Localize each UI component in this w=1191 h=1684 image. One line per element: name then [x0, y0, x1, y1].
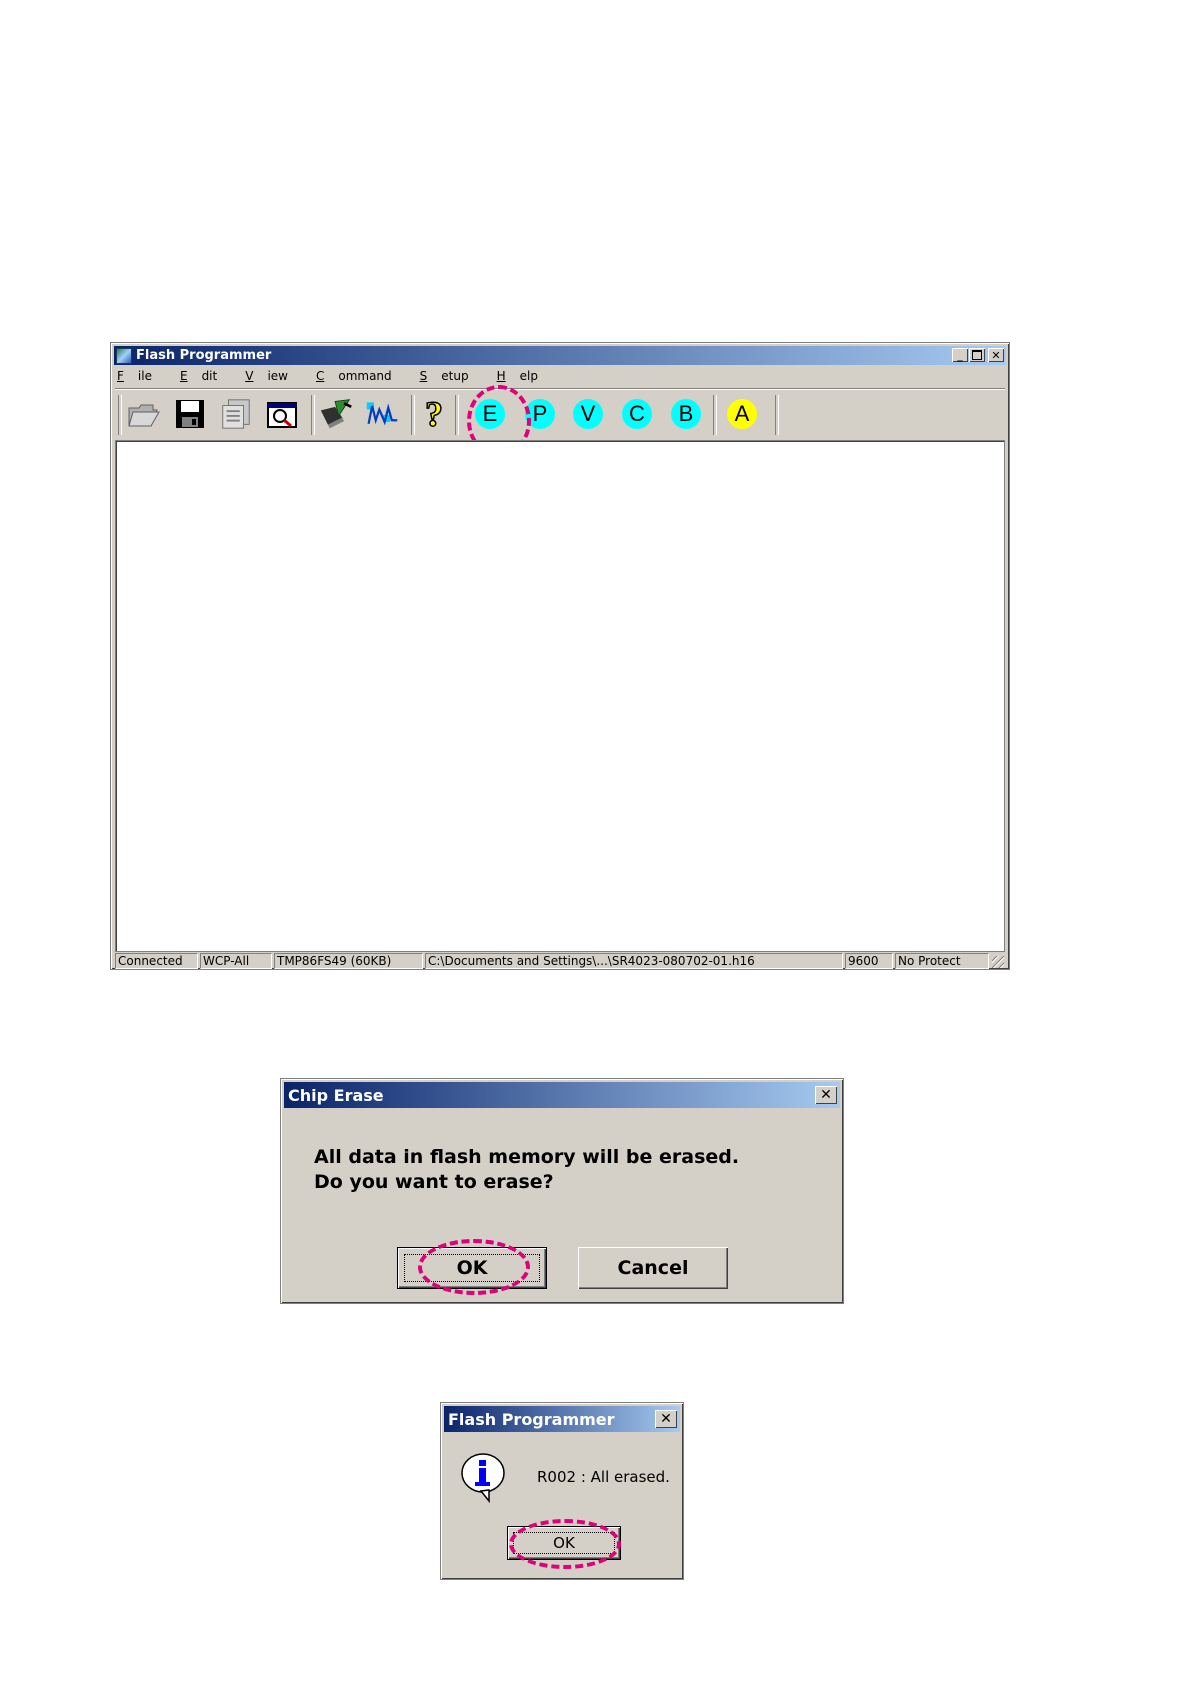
maximize-button[interactable] [969, 348, 985, 362]
status-connection: Connected [115, 953, 198, 969]
erase-cancel-button[interactable]: Cancel [578, 1247, 728, 1289]
menu-bar: File Edit View Command Setup Help [117, 369, 566, 387]
status-baud-rate: 9600 [845, 953, 893, 969]
menu-command[interactable]: Command [316, 369, 406, 387]
waveform-button[interactable] [365, 397, 399, 431]
menu-setup[interactable]: Setup [420, 369, 483, 387]
save-button[interactable] [173, 397, 207, 431]
menu-file[interactable]: File [117, 369, 166, 387]
waveform-icon [366, 402, 398, 426]
result-close-button[interactable]: ✕ [655, 1410, 677, 1428]
focus-rect [513, 1532, 615, 1554]
result-title: Flash Programmer [448, 1409, 615, 1429]
status-bar: Connected WCP-All TMP86FS49 (60KB) C:\Do… [115, 953, 1005, 969]
erase-message-line1: All data in flash memory will be erased. [314, 1146, 740, 1168]
status-protect: No Protect [895, 953, 989, 969]
close-button[interactable]: ✕ [988, 348, 1004, 362]
write-button[interactable] [319, 397, 353, 431]
erase-message-line2: Do you want to erase? [314, 1171, 554, 1193]
minimize-button[interactable]: _ [952, 348, 968, 362]
chip-erase-close-button[interactable]: ✕ [815, 1086, 837, 1104]
info-icon [461, 1453, 505, 1503]
erase-command-button[interactable]: E [475, 399, 505, 429]
verify-command-button[interactable]: V [573, 399, 603, 429]
menu-edit[interactable]: Edit [180, 369, 231, 387]
resize-grip[interactable] [992, 956, 1004, 968]
app-icon [116, 347, 132, 364]
toolbar-separator [713, 395, 717, 435]
erase-ok-button[interactable]: OK [397, 1247, 547, 1289]
properties-icon [222, 399, 250, 429]
toolbar-separator [118, 395, 122, 435]
auto-command-button[interactable]: A [727, 399, 757, 429]
blank-check-command-button[interactable]: B [671, 399, 701, 429]
close-icon: ✕ [820, 1087, 832, 1103]
help-button[interactable]: ? [417, 396, 451, 432]
status-device: TMP86FS49 (60KB) [274, 953, 423, 969]
write-device-icon [320, 399, 352, 429]
close-icon: ✕ [660, 1411, 672, 1427]
status-target: WCP-All [200, 953, 272, 969]
search-button[interactable] [265, 397, 299, 431]
toolbar-separator [311, 395, 315, 435]
save-disk-icon [176, 400, 204, 428]
checksum-command-button[interactable]: C [622, 399, 652, 429]
toolbar-separator [411, 395, 415, 435]
chip-erase-dialog: Chip Erase ✕ All data in flash memory wi… [280, 1078, 844, 1304]
output-area[interactable] [115, 440, 1005, 952]
open-button[interactable] [127, 397, 161, 431]
result-titlebar: Flash Programmer ✕ [444, 1406, 680, 1432]
menu-help[interactable]: Help [497, 369, 552, 387]
help-icon: ? [424, 396, 444, 432]
toolbar: ? E P V C B A [115, 385, 1005, 457]
chip-erase-title: Chip Erase [288, 1085, 384, 1105]
toolbar-separator [775, 395, 779, 435]
minimize-icon: _ [957, 348, 963, 362]
svg-text:?: ? [425, 396, 443, 432]
flash-programmer-window: Flash Programmer _ ✕ File Edit View Comm… [110, 342, 1010, 970]
result-ok-button[interactable]: OK [507, 1526, 621, 1560]
properties-button[interactable] [219, 397, 253, 431]
main-titlebar: Flash Programmer _ ✕ [114, 346, 1006, 365]
search-window-icon [267, 402, 297, 428]
focus-rect [404, 1254, 540, 1282]
result-dialog: Flash Programmer ✕ R002 : All erased. OK [440, 1402, 684, 1580]
result-message: R002 : All erased. [537, 1468, 670, 1486]
open-folder-icon [128, 404, 160, 427]
maximize-icon [972, 350, 982, 360]
status-file-path: C:\Documents and Settings\...\SR4023-080… [425, 953, 843, 969]
chip-erase-titlebar: Chip Erase ✕ [284, 1082, 840, 1108]
toolbar-separator [455, 395, 459, 435]
program-command-button[interactable]: P [525, 399, 555, 429]
close-icon: ✕ [991, 348, 1001, 362]
menu-view[interactable]: View [245, 369, 302, 387]
main-window-title: Flash Programmer [136, 348, 272, 363]
